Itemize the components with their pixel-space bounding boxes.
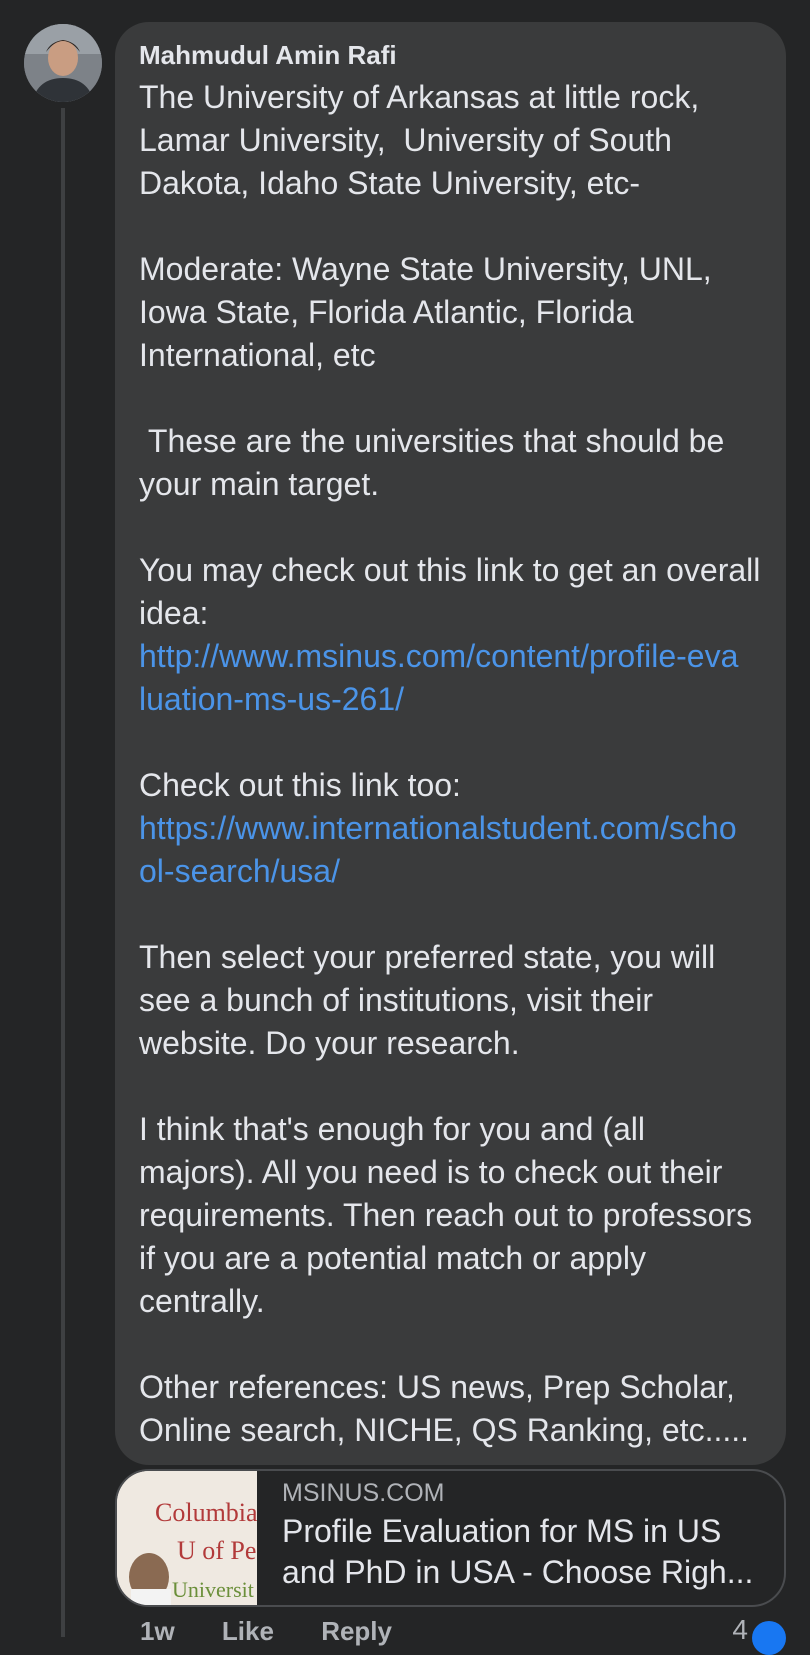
comment-author[interactable]: Mahmudul Amin Rafi [139,36,762,74]
avatar-photo [24,24,102,102]
thread-line [61,108,65,1637]
preview-domain: MSINUS.COM [282,1479,445,1507]
reaction-count[interactable]: 4 [732,1614,748,1646]
internationalstudent-link[interactable]: https://www.internationalstudent.com/sch… [139,807,739,893]
comment-paragraph: Other references: US news, Prep Scholar,… [139,1369,750,1448]
preview-thumbnail: Columbia Un U of Pe Universit [117,1471,296,1605]
thumbnail-text: Universit [172,1577,254,1602]
author-avatar[interactable] [24,24,102,102]
reply-button[interactable]: Reply [321,1616,392,1646]
thumbnail-text: U of Pe [177,1536,256,1565]
comment-paragraph: I think that's enough for you and (all m… [139,1111,761,1319]
comment-bubble: Mahmudul Amin Rafi The University of Ark… [115,22,786,1465]
comment-paragraph: The University of Arkansas at little roc… [139,79,709,201]
like-reaction-icon [752,1621,786,1655]
preview-title: Profile Evaluation for MS in US and PhD … [282,1513,754,1590]
comment-paragraph: Then select your preferred state, you wi… [139,939,725,1061]
comment-paragraph: Check out this link too: [139,767,461,803]
msinus-link[interactable]: http://www.msinus.com/content/profile-ev… [139,635,739,721]
comment-time[interactable]: 1w [140,1616,175,1646]
thumbnail-text: Columbia Un [155,1498,257,1527]
comment-paragraph: These are the universities that should b… [139,423,734,502]
link-preview-card[interactable]: Columbia Un U of Pe Universit MSINUS.COM… [115,1469,786,1607]
comment-paragraph: You may check out this link to get an ov… [139,552,770,631]
like-button[interactable]: Like [222,1616,274,1646]
comment-paragraph: Moderate: Wayne State University, UNL, I… [139,251,721,373]
thumbnail-image: Columbia Un U of Pe Universit [117,1471,296,1605]
comment-actions: 1w Like Reply [140,1616,432,1646]
